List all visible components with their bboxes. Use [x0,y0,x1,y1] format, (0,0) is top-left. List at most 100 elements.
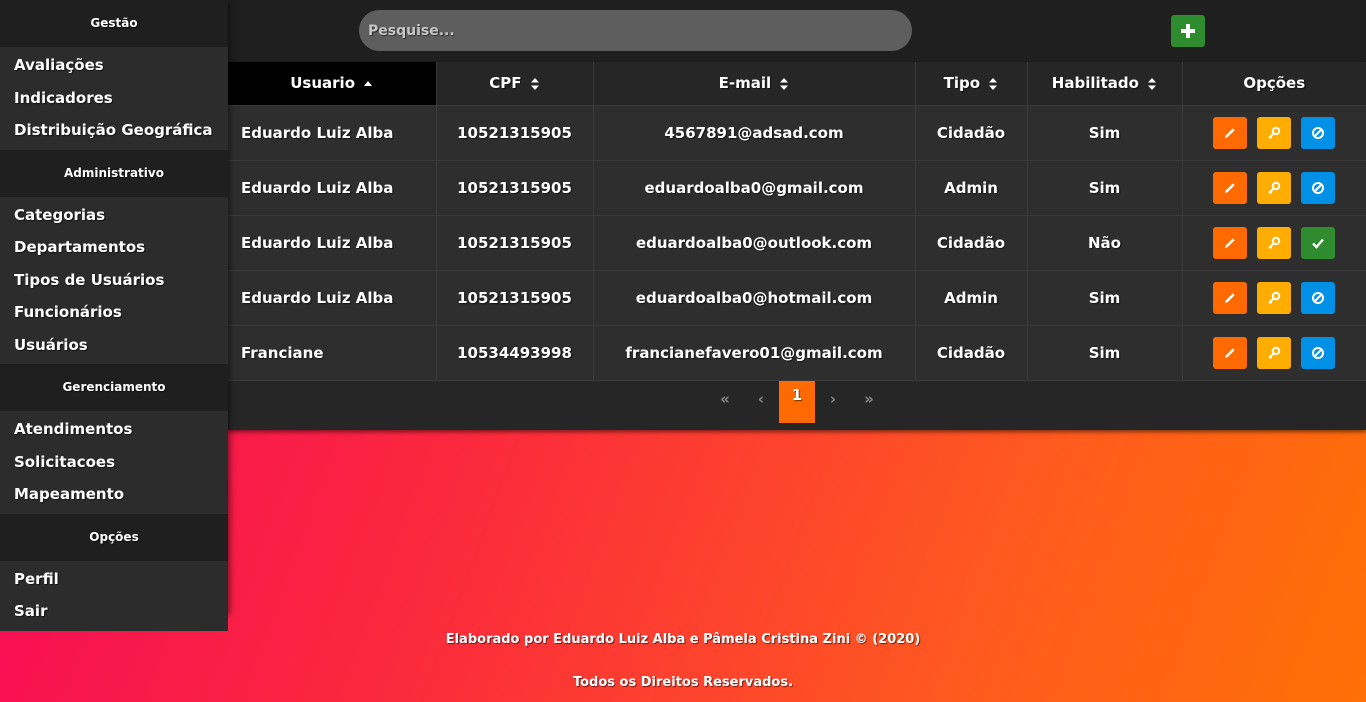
cell-cpf: 10521315905 [436,215,594,271]
sidebar-item-mapeamento[interactable]: Mapeamento [0,479,228,512]
edit-button[interactable] [1213,226,1248,259]
disable-user-button[interactable] [1301,116,1336,149]
ban-icon [1312,126,1325,139]
column-header-label: E-mail [718,74,772,93]
cell-habilitado: Não [1027,215,1183,271]
pencil-icon [1225,292,1235,303]
sidebar-item-distribuicao-geografica[interactable]: Distribuição Geográfica [0,115,228,148]
users-table-panel: Usuario CPF E-mail Tipo Habilitado Opçõe… [228,62,1366,430]
sidebar-group-opcoes: Perfil Sair [0,560,228,631]
column-header-opcoes: Opções [1182,62,1366,106]
cell-tipo: Admin [915,160,1028,216]
sidebar-section-gerenciamento: Gerenciamento [0,364,228,411]
first-page-button[interactable]: « [707,381,743,422]
users-table: Usuario CPF E-mail Tipo Habilitado Opçõe… [228,62,1366,381]
sort-asc-icon [364,80,373,86]
table-row: Eduardo Luiz Alba 10521315905 4567891@ad… [228,105,1366,161]
ban-icon [1312,346,1325,359]
sidebar-item-sair[interactable]: Sair [0,596,228,629]
sidebar-item-solicitacoes[interactable]: Solicitacoes [0,446,228,479]
cell-tipo: Cidadão [915,105,1028,161]
cell-email: francianefavero01@gmail.com [593,325,916,381]
plus-icon [1181,24,1195,38]
edit-button[interactable] [1213,116,1248,149]
reset-password-button[interactable] [1257,336,1292,369]
disable-user-button[interactable] [1301,281,1336,314]
cell-habilitado: Sim [1027,160,1183,216]
sidebar-section-gestao: Gestão [0,0,228,47]
sidebar-section-opcoes: Opções [0,513,228,561]
ban-icon [1312,291,1325,304]
cell-opcoes [1182,160,1366,216]
last-page-button[interactable]: » [851,381,887,422]
cell-usuario: Franciane [228,325,437,381]
key-icon [1268,346,1281,359]
cell-email: 4567891@adsad.com [593,105,916,161]
table-header-row: Usuario CPF E-mail Tipo Habilitado Opçõe… [228,62,1366,106]
sidebar-item-indicadores[interactable]: Indicadores [0,82,228,115]
disable-user-button[interactable] [1301,336,1336,369]
column-header-tipo[interactable]: Tipo [915,62,1028,106]
cell-cpf: 10521315905 [436,270,594,326]
column-header-label: Opções [1243,74,1306,93]
cell-tipo: Cidadão [915,215,1028,271]
table-row: Eduardo Luiz Alba 10521315905 eduardoalb… [228,270,1366,326]
pencil-icon [1225,237,1235,248]
page-1-button[interactable]: 1 [779,381,815,423]
column-header-usuario[interactable]: Usuario [228,62,437,106]
edit-button[interactable] [1213,281,1248,314]
edit-button[interactable] [1213,171,1248,204]
sidebar-group-gerenciamento: Atendimentos Solicitacoes Mapeamento [0,411,228,514]
cell-tipo: Cidadão [915,325,1028,381]
column-header-label: Habilitado [1051,74,1139,93]
sidebar-item-usuarios[interactable]: Usuários [0,329,228,362]
cell-cpf: 10521315905 [436,160,594,216]
column-header-label: Tipo [943,74,981,93]
sidebar: Gestão Avaliações Indicadores Distribuiç… [0,0,228,631]
pencil-icon [1225,127,1235,138]
cell-habilitado: Sim [1027,105,1183,161]
disable-user-button[interactable] [1301,171,1336,204]
search-input[interactable] [359,10,912,51]
column-header-email[interactable]: E-mail [593,62,916,106]
reset-password-button[interactable] [1257,116,1292,149]
column-header-label: Usuario [290,74,356,93]
add-user-button[interactable] [1171,15,1205,47]
reset-password-button[interactable] [1257,281,1292,314]
sidebar-item-atendimentos[interactable]: Atendimentos [0,414,228,447]
cell-usuario: Eduardo Luiz Alba [228,105,437,161]
enable-user-button[interactable] [1301,226,1336,259]
sidebar-item-avaliacoes[interactable]: Avaliações [0,50,228,83]
sort-icon [530,77,539,90]
sidebar-item-perfil[interactable]: Perfil [0,563,228,596]
reset-password-button[interactable] [1257,171,1292,204]
cell-habilitado: Sim [1027,270,1183,326]
cell-opcoes [1182,105,1366,161]
cell-cpf: 10534493998 [436,325,594,381]
cell-cpf: 10521315905 [436,105,594,161]
cell-usuario: Eduardo Luiz Alba [228,215,437,271]
sort-icon [989,77,998,90]
check-icon [1312,238,1325,249]
next-page-button[interactable]: › [815,381,851,422]
prev-page-button[interactable]: ‹ [743,381,779,422]
column-header-label: CPF [489,74,522,93]
table-row: Eduardo Luiz Alba 10521315905 eduardoalb… [228,160,1366,216]
column-header-cpf[interactable]: CPF [436,62,594,106]
sidebar-item-funcionarios[interactable]: Funcionários [0,297,228,330]
cell-email: eduardoalba0@gmail.com [593,160,916,216]
cell-email: eduardoalba0@outlook.com [593,215,916,271]
key-icon [1268,291,1281,304]
sidebar-item-tipos-de-usuarios[interactable]: Tipos de Usuários [0,264,228,297]
pagination: « ‹ 1 › » [228,381,1366,430]
column-header-habilitado[interactable]: Habilitado [1027,62,1183,106]
key-icon [1268,236,1281,249]
reset-password-button[interactable] [1257,226,1292,259]
sidebar-group-gestao: Avaliações Indicadores Distribuição Geog… [0,47,228,150]
edit-button[interactable] [1213,336,1248,369]
sidebar-group-administrativo: Categorias Departamentos Tipos de Usuári… [0,196,228,364]
cell-tipo: Admin [915,270,1028,326]
sidebar-item-departamentos[interactable]: Departamentos [0,232,228,265]
sidebar-item-categorias[interactable]: Categorias [0,199,228,232]
cell-opcoes [1182,215,1366,271]
